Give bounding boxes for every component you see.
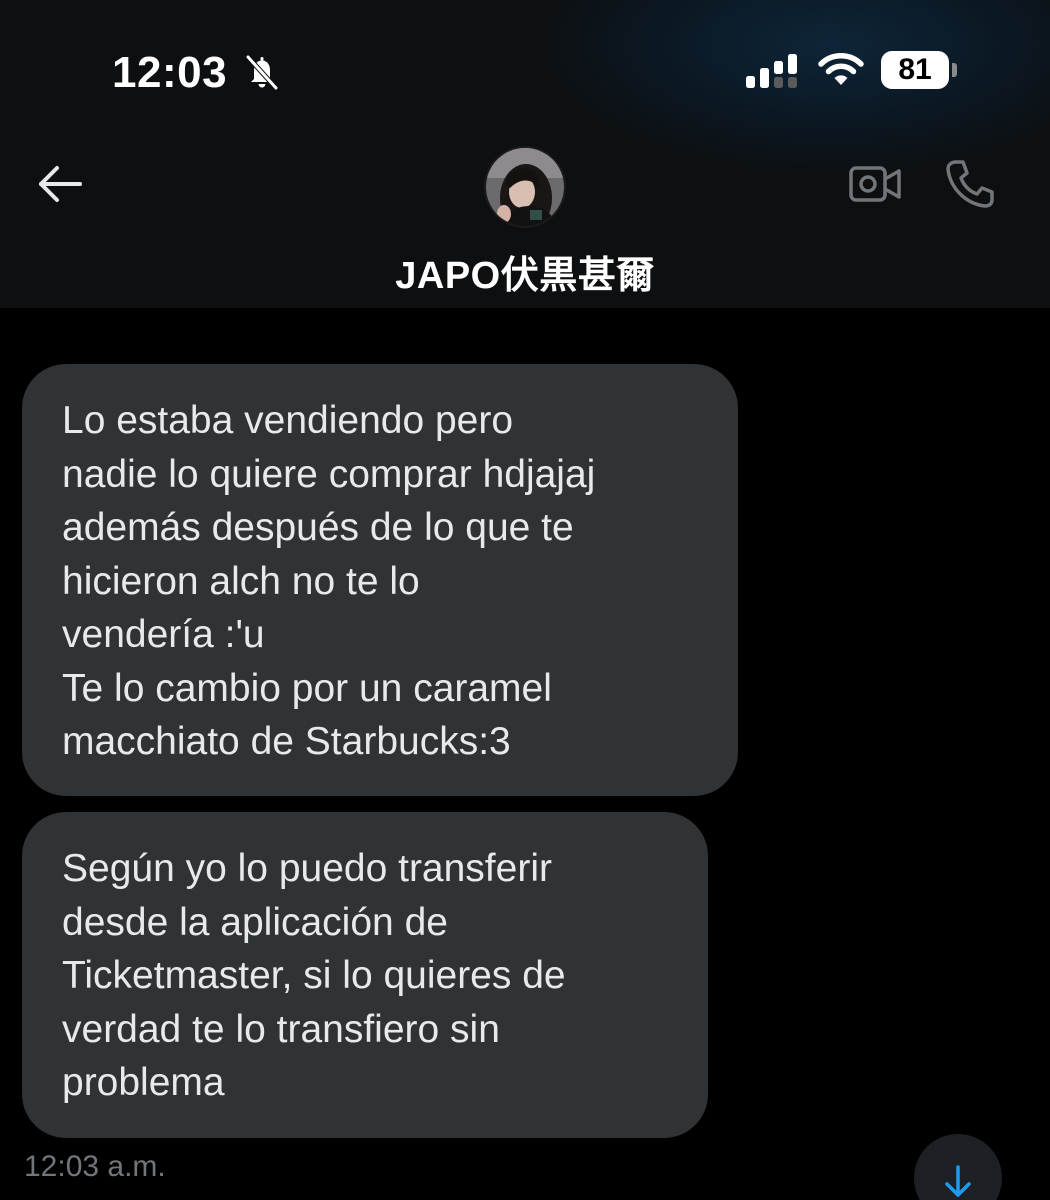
avatar-image (486, 148, 564, 226)
scroll-to-bottom-button[interactable] (914, 1134, 1002, 1200)
message-bubble[interactable]: Lo estaba vendiendo pero nadie lo quiere… (22, 364, 738, 796)
cellular-signal-icon (746, 54, 797, 88)
arrow-left-icon[interactable] (36, 162, 84, 206)
contact-name[interactable]: JAPO伏黒甚爾 (0, 244, 1050, 299)
message-timestamp: 12:03 a.m. (24, 1150, 166, 1183)
top-bar: 12:03 81 JAPO伏黒甚爾 (0, 0, 1050, 308)
dm-conversation-screen: 12:03 81 JAPO伏黒甚爾 Lo estaba vendiendo pe… (0, 0, 1050, 1200)
video-call-icon[interactable] (848, 160, 902, 208)
arrow-down-icon (945, 1165, 971, 1197)
status-time: 12:03 (112, 48, 228, 97)
message-bubble[interactable]: Según yo lo puedo transferir desde la ap… (22, 812, 708, 1138)
contact-avatar[interactable] (484, 146, 566, 228)
battery-nub (952, 63, 957, 77)
bell-slash-icon (246, 55, 278, 90)
phone-call-icon[interactable] (944, 158, 996, 210)
wifi-icon (818, 53, 864, 85)
battery-icon: 81 (881, 51, 949, 89)
